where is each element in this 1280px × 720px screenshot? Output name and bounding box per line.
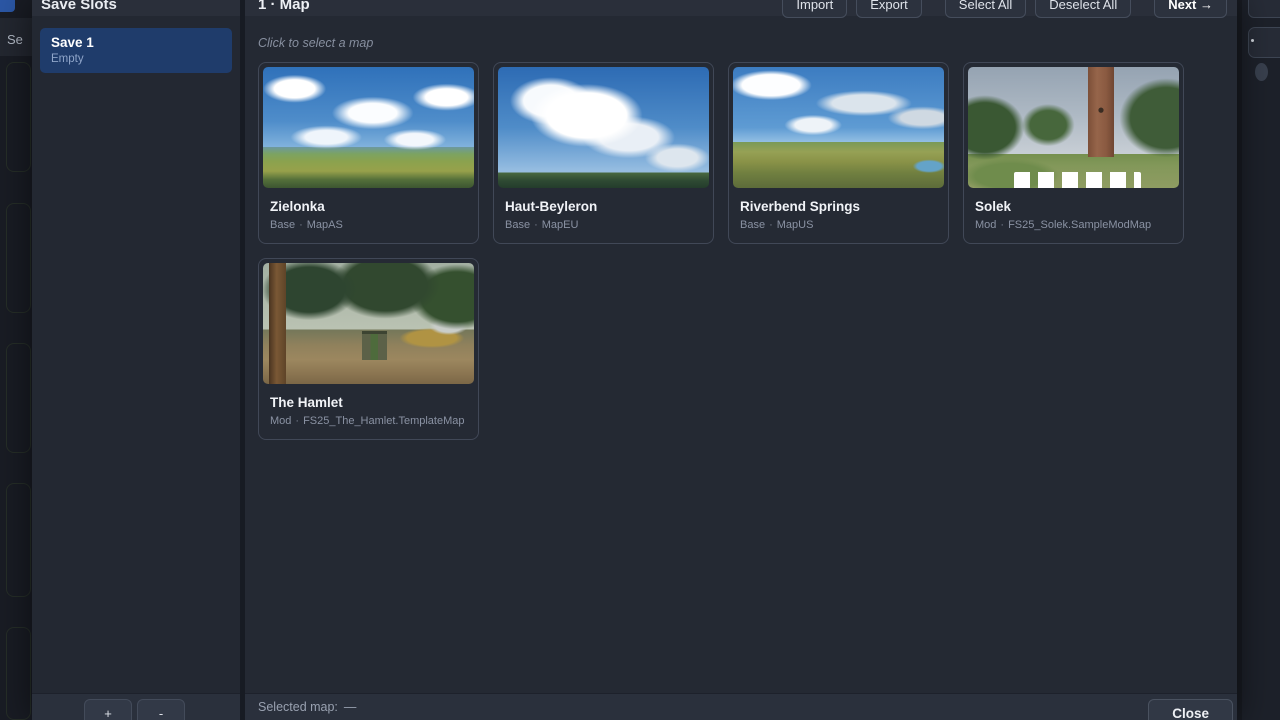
backdrop-avatar-fragment [1255,63,1268,81]
save-slot-name: Save 1 [51,35,221,50]
backdrop-dot [1251,39,1254,42]
next-button[interactable]: Next → [1154,0,1227,18]
map-module: MapUS [777,219,814,231]
map-toolbar: Import Export Select All Deselect All Ne… [782,0,1227,18]
map-thumbnail [263,67,474,188]
map-name: Zielonka [270,199,467,214]
selected-map-value: — [344,700,357,714]
meta-separator: · [295,415,299,427]
meta-separator: · [1000,219,1004,231]
add-slot-button[interactable]: + [84,699,132,720]
map-thumbnail [968,67,1179,188]
selected-map-label: Selected map: [258,700,338,714]
map-source-badge: Mod [270,415,291,427]
map-module: MapEU [542,219,579,231]
backdrop-button-fragment [1248,27,1280,58]
backdrop-button-fragment [1248,0,1280,18]
map-card-the-hamlet[interactable]: The Hamlet Mod · FS25_The_Hamlet.TemplateM… [258,258,479,440]
map-source-badge: Mod [975,219,996,231]
meta-separator: · [534,219,538,231]
map-thumbnail [498,67,709,188]
backdrop-thumbnail-fragment [6,203,31,313]
map-card-haut-beyleron[interactable]: Haut-Beyleron Base · MapEU [493,62,714,244]
save-slots-sidebar: Save Slots Save 1 Empty + - [32,0,240,720]
map-select-hint: Click to select a map [258,36,1237,50]
map-source-badge: Base [270,219,295,231]
map-module: FS25_The_Hamlet.TemplateMap [303,415,464,427]
map-module: FS25_Solek.SampleModMap [1008,219,1151,231]
sidebar-title: Save Slots [41,0,117,13]
backdrop-thumbnail-fragment [6,627,31,720]
backdrop-right-strip [1242,0,1280,720]
map-module: MapAS [307,219,343,231]
save-slot-status: Empty [51,53,221,65]
map-step-footer: Selected map: — Close [245,693,1237,720]
save-slot-1[interactable]: Save 1 Empty [40,28,232,73]
map-card-zielonka[interactable]: Zielonka Base · MapAS [258,62,479,244]
map-card-solek[interactable]: Solek Mod · FS25_Solek.SampleModMap [963,62,1184,244]
close-button[interactable]: Close [1148,699,1233,720]
map-name: Haut-Beyleron [505,199,702,214]
save-editor-dialog: Save Slots Save 1 Empty + - 1 · Map Impo… [32,0,1237,720]
backdrop-thumbnail-fragment [6,62,31,172]
backdrop-thumbnail-fragment [6,483,31,597]
map-name: Riverbend Springs [740,199,937,214]
map-source-badge: Base [505,219,530,231]
map-source-badge: Base [740,219,765,231]
meta-separator: · [769,219,773,231]
map-grid: Zielonka Base · MapAS Haut-Beyleron Base · M… [258,62,1224,440]
map-name: The Hamlet [270,395,467,410]
select-all-button[interactable]: Select All [945,0,1026,18]
map-name: Solek [975,199,1172,214]
map-card-riverbend-springs[interactable]: Riverbend Springs Base · MapUS [728,62,949,244]
backdrop-heading-fragment: Se [7,32,23,47]
deselect-all-button[interactable]: Deselect All [1035,0,1131,18]
sidebar-footer: + - [32,693,240,720]
map-step-panel: 1 · Map Import Export Select All Deselec… [245,0,1237,720]
step-title: 1 · Map [258,0,310,13]
backdrop-accent-chip [0,0,15,12]
export-button[interactable]: Export [856,0,922,18]
backdrop-thumbnail-fragment [6,343,31,453]
map-thumbnail [733,67,944,188]
import-button[interactable]: Import [782,0,847,18]
meta-separator: · [299,219,303,231]
remove-slot-button[interactable]: - [137,699,185,720]
map-thumbnail [263,263,474,384]
